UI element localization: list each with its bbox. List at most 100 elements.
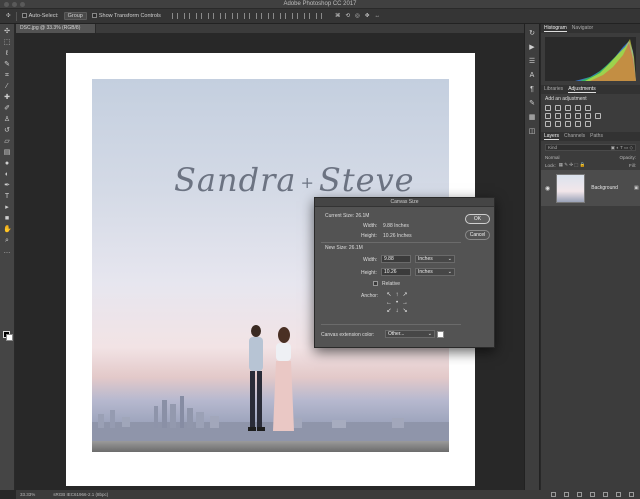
lock-icons[interactable]: ▦ ✎ ✣ ⬚ 🔒 — [559, 162, 586, 168]
align-left-icon[interactable] — [207, 13, 214, 19]
exposure-icon[interactable] — [575, 105, 581, 111]
width-input[interactable]: 9.88 — [381, 255, 411, 263]
shape-tool-icon[interactable]: ■ — [3, 215, 11, 223]
new-layer-icon[interactable] — [616, 492, 621, 497]
anchor-grid[interactable]: ↖ ↑ ↗ ← • → ↙ ↓ ↘ — [385, 291, 409, 315]
zoom-level[interactable]: 33.33% — [20, 492, 35, 497]
tab-layers[interactable]: Layers — [544, 133, 560, 140]
invert-icon[interactable] — [545, 121, 551, 127]
document-tab[interactable]: DSC.jpg @ 33.3% (RGB/8) — [16, 24, 96, 33]
swatches-panel-icon[interactable]: ▦ — [528, 114, 536, 122]
hue-saturation-icon[interactable] — [545, 113, 551, 119]
auto-select-dropdown[interactable]: Group — [63, 12, 87, 20]
height-unit-select[interactable]: Inches ⌄ — [415, 268, 455, 276]
layer-row-background[interactable]: ◉ Background ▣ — [541, 170, 640, 206]
visibility-eye-icon[interactable]: ◉ — [545, 185, 550, 192]
layer-filter-dropdown[interactable]: Kind ▣ ◐ T ▭ ◇ — [545, 144, 636, 151]
anchor-se-icon[interactable]: ↘ — [401, 307, 409, 315]
gradient-map-icon[interactable] — [575, 121, 581, 127]
type-tool-icon[interactable]: T — [3, 193, 11, 201]
anchor-n-icon[interactable]: ↑ — [393, 291, 401, 299]
3d-rotate-icon[interactable]: ⟲ — [345, 13, 350, 19]
color-lookup-icon[interactable] — [595, 113, 601, 119]
history-brush-tool-icon[interactable]: ↺ — [3, 127, 11, 135]
anchor-nw-icon[interactable]: ↖ — [385, 291, 393, 299]
threshold-icon[interactable] — [565, 121, 571, 127]
gradient-tool-icon[interactable]: ▤ — [3, 149, 11, 157]
curves-icon[interactable] — [565, 105, 571, 111]
path-selection-tool-icon[interactable]: ▸ — [3, 204, 11, 212]
align-hcenter-icon[interactable] — [219, 13, 226, 19]
ok-button[interactable]: OK — [465, 214, 490, 224]
blend-mode-dropdown[interactable]: Normal — [545, 155, 560, 160]
dodge-tool-icon[interactable]: ◐ — [3, 171, 11, 179]
link-layers-icon[interactable] — [551, 492, 556, 497]
marquee-tool-icon[interactable]: ⬚ — [3, 39, 11, 47]
delete-layer-icon[interactable] — [629, 492, 634, 497]
anchor-center-icon[interactable]: • — [393, 299, 401, 307]
anchor-w-icon[interactable]: ← — [385, 299, 393, 307]
history-panel-icon[interactable]: ↻ — [528, 30, 536, 38]
anchor-sw-icon[interactable]: ↙ — [385, 307, 393, 315]
brightness-icon[interactable] — [545, 105, 551, 111]
move-tool-icon[interactable]: ✣ — [6, 13, 11, 19]
properties-panel-icon[interactable]: ☰ — [528, 58, 536, 66]
3d-slide-icon[interactable]: ↔ — [374, 13, 380, 19]
distribute-top-icon[interactable] — [243, 13, 250, 19]
align-bottom-icon[interactable] — [195, 13, 202, 19]
selective-color-icon[interactable] — [585, 121, 591, 127]
paragraph-panel-icon[interactable]: ¶ — [528, 86, 536, 94]
background-color-swatch[interactable] — [6, 334, 13, 341]
hand-tool-icon[interactable]: ✋ — [3, 226, 12, 234]
align-top-icon[interactable] — [171, 13, 178, 19]
distribute-vcenter-icon[interactable] — [255, 13, 262, 19]
extension-color-swatch[interactable] — [437, 331, 444, 338]
width-unit-select[interactable]: Inches ⌄ — [415, 255, 455, 263]
blur-tool-icon[interactable]: ● — [3, 160, 11, 168]
layer-style-icon[interactable] — [564, 492, 569, 497]
character-panel-icon[interactable]: A — [528, 72, 536, 80]
tab-channels[interactable]: Channels — [564, 133, 585, 140]
adjustment-layer-icon[interactable] — [590, 492, 595, 497]
document-info[interactable]: sRGB IEC61966-2.1 (8bpc) — [53, 492, 108, 497]
tab-navigator[interactable]: Navigator — [572, 25, 593, 32]
distribute-left-icon[interactable] — [279, 13, 286, 19]
tab-libraries[interactable]: Libraries — [544, 86, 563, 93]
tab-adjustments[interactable]: Adjustments — [568, 86, 596, 93]
actions-panel-icon[interactable]: ▶ — [528, 44, 536, 52]
photo-filter-icon[interactable] — [575, 113, 581, 119]
brush-tool-icon[interactable]: ✐ — [3, 105, 11, 113]
tab-histogram[interactable]: Histogram — [544, 25, 567, 32]
auto-align-icon[interactable] — [315, 13, 322, 19]
layer-mask-icon[interactable] — [577, 492, 582, 497]
tab-paths[interactable]: Paths — [590, 133, 603, 140]
styles-panel-icon[interactable]: ◫ — [528, 128, 536, 136]
black-white-icon[interactable] — [565, 113, 571, 119]
relative-checkbox[interactable] — [373, 281, 378, 286]
quick-select-tool-icon[interactable]: ✎ — [3, 61, 11, 69]
distribute-bottom-icon[interactable] — [267, 13, 274, 19]
3d-drag-icon[interactable]: ✥ — [365, 13, 370, 19]
show-transform-checkbox[interactable]: Show Transform Controls — [91, 13, 161, 19]
align-right-icon[interactable] — [231, 13, 238, 19]
crop-tool-icon[interactable]: ⌗ — [3, 72, 11, 80]
anchor-s-icon[interactable]: ↓ — [393, 307, 401, 315]
lasso-tool-icon[interactable]: ℓ — [3, 50, 11, 58]
eyedropper-tool-icon[interactable]: ⁄ — [3, 83, 11, 91]
move-tool-icon[interactable]: ✣ — [3, 28, 11, 36]
posterize-icon[interactable] — [555, 121, 561, 127]
anchor-e-icon[interactable]: → — [401, 299, 409, 307]
levels-icon[interactable] — [555, 105, 561, 111]
3d-mode-icon[interactable]: ⌘ — [335, 13, 341, 19]
extension-color-select[interactable]: Other... ⌄ — [385, 330, 435, 338]
new-group-icon[interactable] — [603, 492, 608, 497]
channel-mixer-icon[interactable] — [585, 113, 591, 119]
clone-stamp-tool-icon[interactable]: ♙ — [3, 116, 11, 124]
more-tools-icon[interactable]: … — [3, 248, 11, 256]
pen-tool-icon[interactable]: ✒ — [3, 182, 11, 190]
distribute-hcenter-icon[interactable] — [291, 13, 298, 19]
distribute-right-icon[interactable] — [303, 13, 310, 19]
zoom-tool-icon[interactable]: ⌕ — [3, 237, 11, 245]
height-input[interactable]: 10.26 — [381, 268, 411, 276]
eraser-tool-icon[interactable]: ▱ — [3, 138, 11, 146]
